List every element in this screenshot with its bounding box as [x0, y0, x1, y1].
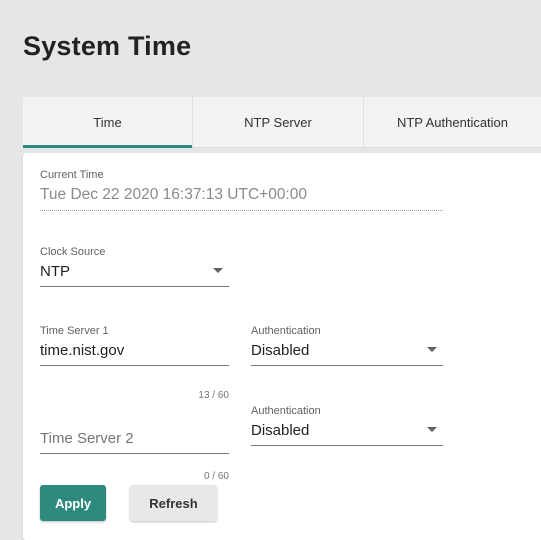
tab-bar: Time NTP Server NTP Authentication	[23, 97, 541, 148]
current-time-field: Current Time Tue Dec 22 2020 16:37:13 UT…	[40, 169, 443, 211]
time-server-2-field[interactable]: Time Server 2	[40, 425, 229, 454]
clock-source-dropdown[interactable]: NTP	[40, 263, 229, 287]
authentication-1-value: Disabled	[251, 342, 310, 359]
page-title: System Time	[23, 31, 192, 61]
clock-source-label: Clock Source	[40, 246, 106, 258]
authentication-2-label: Authentication	[251, 405, 321, 417]
time-server-1-char-counter: 13 / 60	[198, 390, 229, 401]
time-server-2-placeholder[interactable]: Time Server 2	[40, 430, 229, 447]
time-server-1-input[interactable]: time.nist.gov	[40, 342, 229, 366]
chevron-down-icon[interactable]	[427, 347, 437, 352]
authentication-2-dropdown[interactable]: Disabled	[251, 422, 443, 446]
authentication-1-dropdown[interactable]: Disabled	[251, 342, 443, 366]
authentication-2-value: Disabled	[251, 422, 310, 439]
tab-ntp-server[interactable]: NTP Server	[193, 97, 364, 147]
authentication-1-select[interactable]: Authentication Disabled	[251, 325, 443, 366]
chevron-down-icon[interactable]	[427, 427, 437, 432]
time-settings-card: Current Time Tue Dec 22 2020 16:37:13 UT…	[23, 153, 541, 540]
tab-ntp-authentication[interactable]: NTP Authentication	[364, 97, 541, 147]
clock-source-select[interactable]: Clock Source NTP	[40, 246, 229, 287]
clock-source-value: NTP	[40, 263, 70, 280]
authentication-2-select[interactable]: Authentication Disabled	[251, 405, 443, 446]
time-server-1-label: Time Server 1	[40, 325, 109, 337]
time-server-2-input[interactable]: Time Server 2	[40, 430, 229, 454]
chevron-down-icon[interactable]	[213, 268, 223, 273]
current-time-label: Current Time	[40, 169, 104, 181]
time-server-1-value[interactable]: time.nist.gov	[40, 342, 229, 359]
current-time-value: Tue Dec 22 2020 16:37:13 UTC+00:00	[40, 186, 443, 211]
authentication-1-label: Authentication	[251, 325, 321, 337]
refresh-button[interactable]: Refresh	[130, 485, 217, 521]
time-server-1-field[interactable]: Time Server 1 time.nist.gov	[40, 325, 229, 366]
tab-time[interactable]: Time	[23, 97, 193, 148]
time-server-2-char-counter: 0 / 60	[203, 471, 229, 482]
apply-button[interactable]: Apply	[40, 485, 106, 521]
page: System Time Time NTP Server NTP Authenti…	[8, 8, 541, 540]
